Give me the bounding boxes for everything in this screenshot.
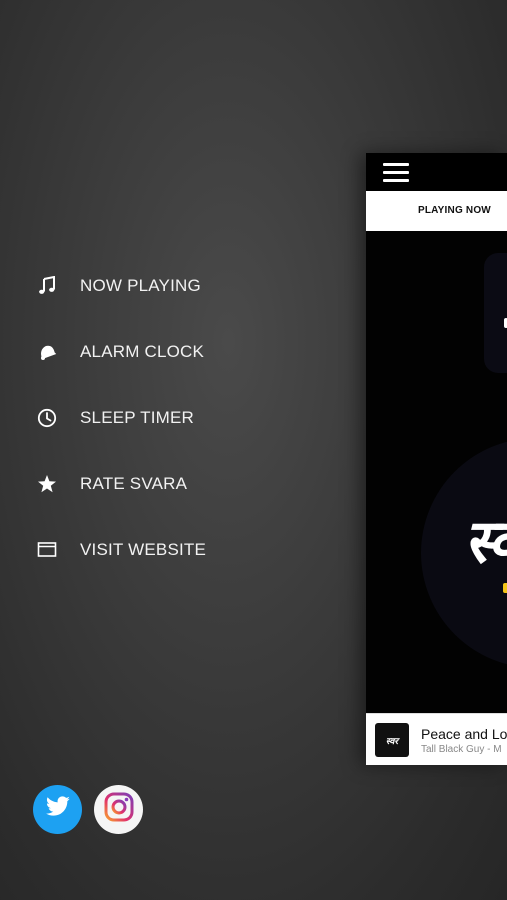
mini-player-thumbnail: स्वर [375,723,409,757]
browser-window-icon [30,533,64,567]
logo-accent [503,583,507,593]
track-artist: Tall Black Guy - M [421,744,502,755]
menu-label: NOW PLAYING [80,276,201,295]
main-panel-preview[interactable]: PLAYING NOW स्व स्वर Peace and Love Tall… [366,153,507,765]
clock-icon [30,401,64,435]
mini-player[interactable]: स्वर Peace and Love Tall Black Guy - M [366,713,507,765]
hamburger-menu-icon[interactable] [383,163,411,183]
artwork-shape [484,253,507,373]
instagram-icon [103,791,135,828]
star-icon [30,467,64,501]
menu-label: RATE SVARA [80,474,188,493]
menu-item-alarm-clock[interactable]: ALARM CLOCK [30,332,290,372]
menu-item-now-playing[interactable]: NOW PLAYING [30,266,290,306]
bell-icon [30,335,64,369]
nav-bar [366,153,507,191]
social-links [33,785,143,834]
menu-item-visit-website[interactable]: VISIT WEBSITE [30,530,290,570]
menu-item-rate-svara[interactable]: RATE SVARA [30,464,290,504]
side-menu: NOW PLAYING ALARM CLOCK SLEEP TIMER RATE… [0,0,340,900]
station-logo-text: स्व [464,498,507,580]
menu-label: SLEEP TIMER [80,408,195,427]
tab-playing-now[interactable]: PLAYING NOW [418,205,491,216]
tab-bar: PLAYING NOW [366,191,507,231]
twitter-icon [45,796,71,823]
menu-label: ALARM CLOCK [80,342,205,361]
menu-label: VISIT WEBSITE [80,540,207,559]
menu-item-sleep-timer[interactable]: SLEEP TIMER [30,398,290,438]
instagram-button[interactable] [94,785,143,834]
music-note-icon [30,269,64,303]
track-title: Peace and Love [421,726,507,742]
thumbnail-logo: स्वर [385,735,399,746]
twitter-button[interactable] [33,785,82,834]
